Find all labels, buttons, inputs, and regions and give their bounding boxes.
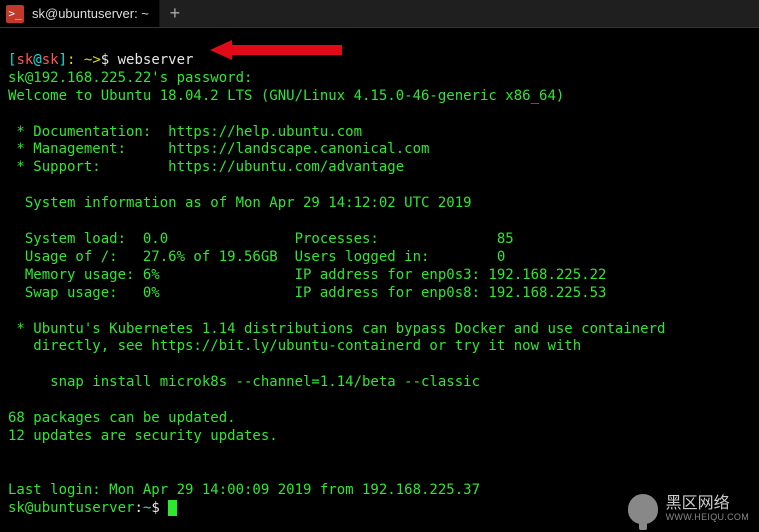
command-input: webserver [118,52,194,68]
line-sysinfo: System information as of Mon Apr 29 14:1… [8,195,472,211]
line-support: * Support: https://ubuntu.com/advantage [8,159,404,175]
line-pkg1: 68 packages can be updated. [8,410,236,426]
terminal-tab[interactable]: >_ sk@ubuntuserver: ~ [0,0,160,27]
watermark-cn: 黑区网络 [666,496,749,513]
arrow-left-icon [210,40,232,60]
tab-title: sk@ubuntuserver: ~ [32,6,149,21]
prompt-bracket-close: ] [59,52,67,68]
line-welcome: Welcome to Ubuntu 18.04.2 LTS (GNU/Linux… [8,88,564,104]
annotation-arrow [210,40,342,60]
line-sysload: System load: 0.0 Processes: 85 [8,231,514,247]
prompt-path: : ~> [67,52,101,68]
prompt-at: @ [33,52,41,68]
line-password: sk@192.168.225.22's password: [8,70,252,86]
cursor [168,500,177,516]
prompt2-user: sk [8,500,25,516]
prompt-dollar: $ [101,52,118,68]
line-usage: Usage of /: 27.6% of 19.56GB Users logge… [8,249,505,265]
prompt2-colon: : [134,500,142,516]
line-lastlogin: Last login: Mon Apr 29 14:00:09 2019 fro… [8,482,480,498]
line-swap: Swap usage: 0% IP address for enp0s8: 19… [8,285,606,301]
line-pkg2: 12 updates are security updates. [8,428,278,444]
prompt2-host: ubuntuserver [33,500,134,516]
terminal-icon: >_ [6,5,24,23]
prompt2-dollar: $ [151,500,168,516]
line-kube2: directly, see https://bit.ly/ubuntu-cont… [8,338,581,354]
terminal-output[interactable]: [sk@sk]: ~>$ webserver sk@192.168.225.22… [0,28,759,523]
line-mgmt: * Management: https://landscape.canonica… [8,141,429,157]
line-memory: Memory usage: 6% IP address for enp0s3: … [8,267,606,283]
watermark: 黑区网络 WWW.HEIQU.COM [628,494,749,524]
prompt-host: sk [42,52,59,68]
watermark-en: WWW.HEIQU.COM [666,513,749,522]
line-snap: snap install microk8s --channel=1.14/bet… [8,374,480,390]
tab-bar: >_ sk@ubuntuserver: ~ + [0,0,759,28]
arrow-body [232,45,342,55]
mushroom-icon [628,494,658,524]
new-tab-button[interactable]: + [160,0,190,27]
line-kube1: * Ubuntu's Kubernetes 1.14 distributions… [8,321,665,337]
line-doc: * Documentation: https://help.ubuntu.com [8,124,362,140]
prompt-user: sk [16,52,33,68]
